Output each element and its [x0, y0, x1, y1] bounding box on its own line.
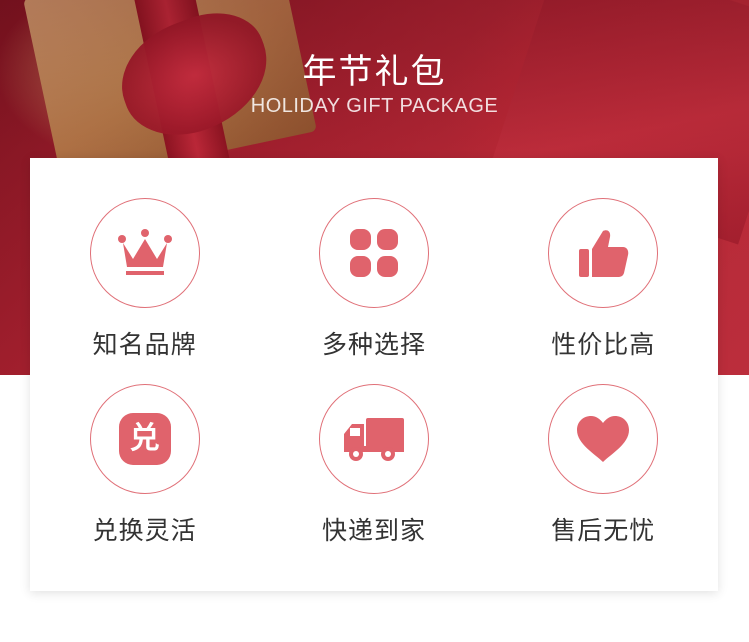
feature-icon-circle	[548, 198, 659, 308]
feature-label: 快递到家	[321, 516, 426, 545]
feature-icon-circle	[548, 384, 659, 494]
feature-label: 多种选择	[321, 330, 426, 359]
feature-icon-circle	[318, 384, 429, 494]
features-grid: 知名品牌 多种选择 性价比高 兑 兑换灵活 快递到家 售后无忧	[30, 198, 718, 550]
feature-icon-circle: 兑	[89, 384, 200, 494]
features-card: 知名品牌 多种选择 性价比高 兑 兑换灵活 快递到家 售后无忧	[30, 158, 718, 591]
crown-icon	[117, 229, 173, 277]
feature-icon-circle	[89, 198, 200, 308]
feature-item-choices[interactable]: 多种选择	[266, 198, 481, 364]
feature-item-delivery[interactable]: 快递到家	[266, 384, 481, 550]
feature-item-brand[interactable]: 知名品牌	[37, 198, 252, 364]
page-subtitle: HOLIDAY GIFT PACKAGE	[250, 95, 499, 117]
feature-item-value[interactable]: 性价比高	[496, 198, 711, 364]
feature-label: 性价比高	[551, 330, 656, 359]
feature-icon-circle	[318, 198, 429, 308]
four-dots-grid-icon	[349, 228, 399, 278]
exchange-badge-text: 兑	[129, 421, 160, 456]
feature-item-aftersales[interactable]: 售后无忧	[496, 384, 711, 550]
delivery-truck-icon	[342, 416, 406, 462]
feature-label: 兑换灵活	[92, 516, 197, 545]
feature-item-exchange[interactable]: 兑 兑换灵活	[37, 384, 252, 550]
heart-icon	[575, 414, 631, 464]
thumbs-up-icon	[577, 227, 629, 279]
feature-label: 售后无忧	[551, 516, 656, 545]
exchange-badge-icon: 兑	[118, 413, 171, 465]
feature-label: 知名品牌	[92, 330, 197, 359]
page-title: 年节礼包	[302, 52, 447, 92]
